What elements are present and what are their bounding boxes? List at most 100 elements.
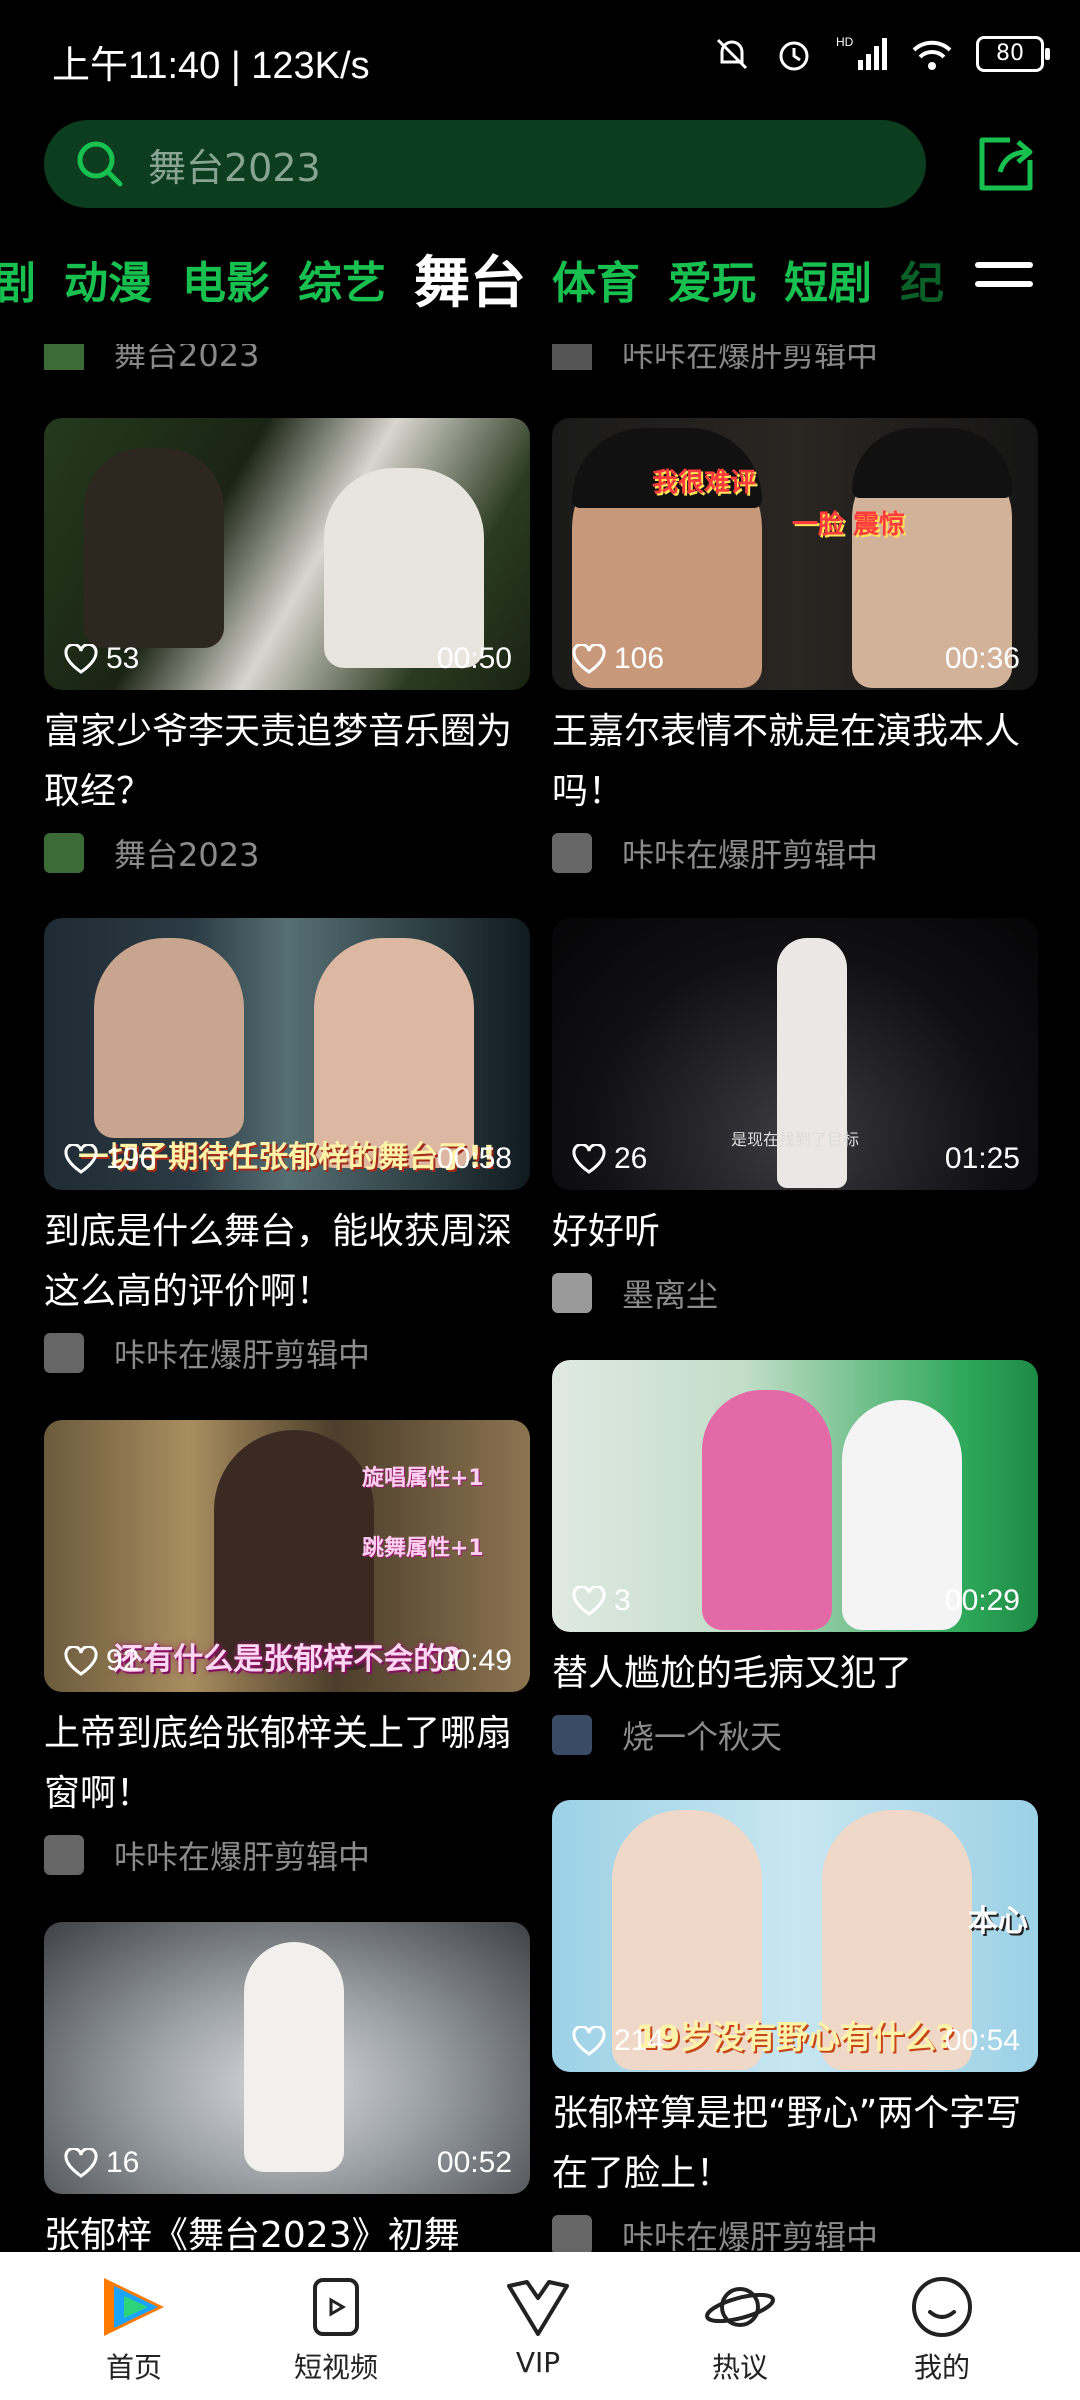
tab-documentary[interactable]: 纪 [900,248,944,320]
author-avatar [44,1333,84,1373]
video-caption: 跳舞属性+1 [362,1536,484,1561]
tencent-video-logo-icon [104,2278,164,2336]
author-name: 舞台2023 [114,836,260,874]
signal-icon: HD [836,35,887,70]
search-bar[interactable]: 舞台2023 [44,120,926,208]
person-silhouette [324,468,484,668]
heart-icon [572,1586,606,1616]
like-count-value: 92 [106,1644,140,1677]
like-count: 196 [64,1142,156,1176]
author-avatar [44,833,84,873]
video-card[interactable]: 3 00:29 替人尴尬的毛病又犯了 烧一个秋天 [552,1360,1038,1758]
video-thumbnail[interactable]: 一切子期待任张郁梓的舞台了!! 196 00:58 [44,918,530,1190]
video-card[interactable]: 本心 19岁没有野心有什么? 214 00:54 张郁梓算是把“野心”两个字写在… [552,1800,1038,2258]
video-thumbnail[interactable]: 本心 19岁没有野心有什么? 214 00:54 [552,1800,1038,2072]
video-thumbnail[interactable]: 53 00:50 [44,418,530,690]
video-thumbnail[interactable]: 是现在找到了目标 26 01:25 [552,918,1038,1190]
status-bar: 上午11:40 | 123K/s HD 80 [0,0,1080,110]
bottom-navigation: 首页 短视频 VIP 热议 我的 [0,2252,1080,2400]
menu-icon[interactable] [975,262,1033,306]
author-name: 咔咔在爆肝剪辑中 [114,1336,371,1374]
tab-movie[interactable]: 电影 [182,248,270,320]
nav-vip[interactable]: VIP [468,2252,608,2379]
tab-anime[interactable]: 动漫 [64,248,152,320]
alarm-icon [779,41,809,71]
video-thumbnail[interactable]: 16 00:52 [44,1922,530,2194]
video-duration: 00:58 [436,1142,512,1175]
video-author[interactable]: 烧一个秋天 [552,1712,1038,1758]
video-card[interactable]: 是现在找到了目标 26 01:25 好好听 墨离尘 [552,918,1038,1316]
like-count: 16 [64,2146,139,2180]
tab-sports[interactable]: 体育 [552,248,640,320]
person-silhouette [94,938,244,1138]
video-card[interactable]: 旋唱属性+1 跳舞属性+1 还有什么是张郁梓不会的? 92 00:49 上帝到底… [44,1420,530,1878]
status-icons: HD 80 [712,34,1050,74]
nav-short-video-label: 短视频 [293,2351,378,2384]
video-thumbnail[interactable]: 3 00:29 [552,1360,1038,1632]
author-avatar [552,1273,592,1313]
tab-variety[interactable]: 综艺 [298,248,386,320]
author-name: 烧一个秋天 [622,1718,783,1756]
tab-aiwan[interactable]: 爱玩 [668,248,756,320]
video-author[interactable]: 墨离尘 [552,1270,1038,1316]
person-silhouette [777,938,847,1188]
video-author[interactable]: 咔咔在爆肝剪辑中 [552,830,1038,876]
video-title[interactable]: 到底是什么舞台，能收获周深这么高的评价啊！ [44,1202,530,1322]
like-count-value: 196 [106,1142,157,1175]
nav-vip-label: VIP [515,2346,561,2379]
video-duration: 00:50 [436,642,512,675]
person-silhouette [702,1390,832,1630]
heart-icon [572,2026,606,2056]
video-card[interactable]: 我很难评 一脸 震惊 106 00:36 王嘉尔表情不就是在演我本人吗！ 咔咔在… [552,418,1038,876]
video-card[interactable]: 一切子期待任张郁梓的舞台了!! 196 00:58 到底是什么舞台，能收获周深这… [44,918,530,1376]
video-duration: 00:54 [944,2024,1020,2057]
smiley-profile-icon [912,2277,972,2337]
author-name: 咔咔在爆肝剪辑中 [622,836,879,874]
nav-short-video[interactable]: 短视频 [266,2252,406,2386]
video-title[interactable]: 替人尴尬的毛病又犯了 [552,1644,1038,1704]
video-title[interactable]: 富家少爷李天责追梦音乐圈为取经？ [44,702,530,822]
nav-home-label: 首页 [105,2351,162,2384]
nav-discuss[interactable]: 热议 [670,2252,810,2386]
video-title[interactable]: 好好听 [552,1202,1038,1262]
like-count: 53 [64,642,139,676]
video-thumbnail[interactable]: 我很难评 一脸 震惊 106 00:36 [552,418,1038,690]
person-silhouette [84,448,224,648]
like-count-value: 3 [614,1584,631,1617]
like-count: 106 [572,642,664,676]
video-author[interactable]: 舞台2023 [44,830,530,876]
share-icon[interactable] [970,128,1042,200]
video-caption: 我很难评 [652,468,757,498]
author-avatar [552,833,592,873]
video-author[interactable]: 咔咔在爆肝剪辑中 [44,1832,530,1878]
heart-icon [64,2148,98,2178]
video-caption: 旋唱属性+1 [362,1466,484,1491]
like-count: 92 [64,1644,139,1678]
video-duration: 00:52 [436,2146,512,2179]
video-author[interactable]: 咔咔在爆肝剪辑中 [44,1330,530,1376]
like-count-value: 16 [106,2146,140,2179]
video-title[interactable]: 上帝到底给张郁梓关上了哪扇窗啊！ [44,1704,530,1824]
mute-bell-icon [716,38,748,70]
search-icon [77,141,123,187]
video-title[interactable]: 王嘉尔表情不就是在演我本人吗！ [552,702,1038,822]
nav-profile[interactable]: 我的 [872,2252,1012,2386]
beanie [852,428,1012,498]
partial-card-left: 舞台2023 [44,344,530,374]
short-video-icon [313,2278,359,2336]
partial-author-left: 舞台2023 [114,344,260,374]
vip-icon [507,2280,569,2336]
video-caption: 本心 [968,1904,1028,1939]
tab-short-drama[interactable]: 短剧 [784,248,872,320]
video-card[interactable]: 53 00:50 富家少爷李天责追梦音乐圈为取经？ 舞台2023 [44,418,530,876]
category-tabs: 剧 动漫 电影 综艺 舞台 体育 爱玩 短剧 纪 [0,248,960,328]
nav-home[interactable]: 首页 [64,2252,204,2386]
tab-stage[interactable]: 舞台 [414,248,526,320]
video-card[interactable]: 16 00:52 张郁梓《舞台2023》初舞 [44,1922,530,2266]
heart-icon [64,644,98,674]
partial-card-right: 咔咔在爆肝剪辑中 [552,344,1038,374]
video-thumbnail[interactable]: 旋唱属性+1 跳舞属性+1 还有什么是张郁梓不会的? 92 00:49 [44,1420,530,1692]
video-duration: 00:49 [436,1644,512,1677]
video-title[interactable]: 张郁梓算是把“野心”两个字写在了脸上！ [552,2084,1038,2204]
tab-drama[interactable]: 剧 [0,248,36,320]
